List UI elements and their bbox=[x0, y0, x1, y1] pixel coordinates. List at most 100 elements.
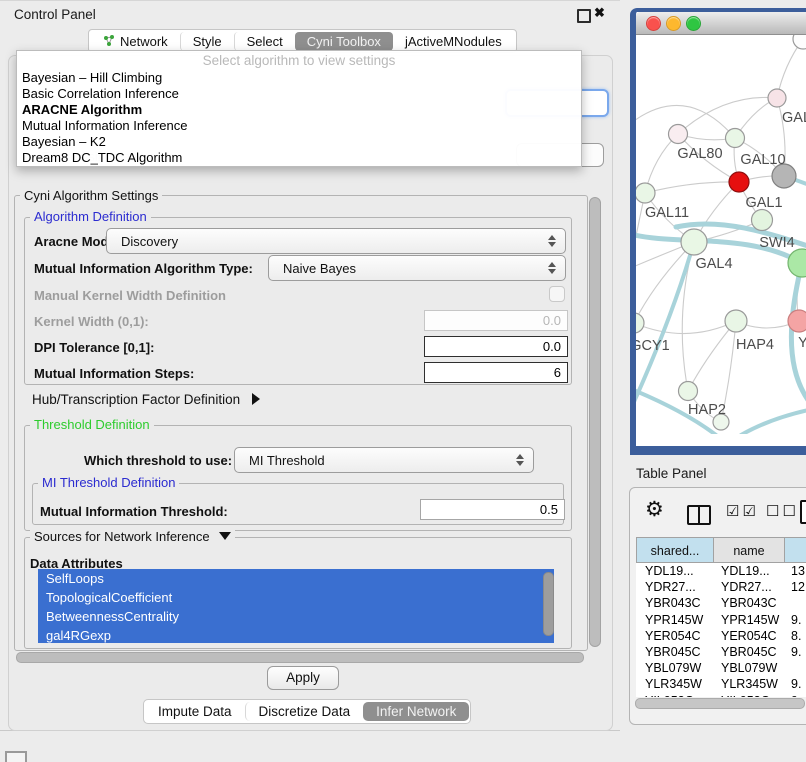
which-threshold-select[interactable]: MI Threshold bbox=[234, 447, 534, 473]
table-row[interactable]: YIL052CYIL052C9 bbox=[636, 693, 806, 698]
table-cell: 9. bbox=[782, 676, 806, 692]
settings-hscrollbar[interactable] bbox=[16, 652, 584, 663]
which-threshold-label: Which threshold to use: bbox=[84, 453, 232, 468]
table-row[interactable]: YLR345WYLR345W9. bbox=[636, 676, 806, 692]
manual-kernel-width-checkbox[interactable] bbox=[549, 286, 565, 302]
float-panel-icon[interactable] bbox=[577, 9, 591, 23]
columns-icon[interactable] bbox=[687, 505, 711, 525]
tab-infer-network[interactable]: Infer Network bbox=[363, 702, 469, 721]
algorithm-option[interactable]: Bayesian – Hill Climbing bbox=[17, 70, 581, 86]
table-row[interactable]: YBR043CYBR043C bbox=[636, 595, 806, 611]
node-hap2-label: HAP2 bbox=[688, 402, 726, 418]
algorithm-definition-title: Algorithm Definition bbox=[30, 210, 151, 224]
attribute-item[interactable]: BetweennessCentrality bbox=[38, 607, 554, 626]
table-cell: YPR145W bbox=[636, 612, 712, 628]
aracne-mode-value: Discovery bbox=[107, 234, 544, 249]
tab-label: Style bbox=[193, 34, 222, 49]
mi-algorithm-type-select[interactable]: Naive Bayes bbox=[268, 255, 566, 281]
algorithm-dropdown-popup: Select algorithm to view settings Bayesi… bbox=[16, 50, 582, 167]
attribute-item[interactable]: TopologicalCoefficient bbox=[38, 588, 554, 607]
mi-steps-label: Mutual Information Steps: bbox=[34, 366, 194, 381]
node-hap4-label: HAP4 bbox=[736, 337, 774, 353]
node-gal80-label: GAL80 bbox=[677, 146, 722, 162]
column-header[interactable]: name bbox=[714, 537, 785, 563]
kernel-width-field[interactable] bbox=[424, 310, 568, 331]
node-gal4-label: GAL4 bbox=[695, 256, 732, 272]
tab-network[interactable]: Network bbox=[91, 32, 180, 51]
settings-scrollbar[interactable] bbox=[588, 189, 600, 653]
tab-impute-data[interactable]: Impute Data bbox=[145, 702, 245, 721]
table-panel: ⚙ ☑☑ ☐☐ shared...name YDL19...YDL19...13… bbox=[629, 487, 806, 725]
attribute-item[interactable]: SelfLoops bbox=[38, 569, 554, 588]
algorithm-option[interactable]: Bayesian – K2 bbox=[17, 134, 581, 150]
tab-cyni-toolbox[interactable]: Cyni Toolbox bbox=[295, 32, 393, 51]
column-header[interactable] bbox=[785, 537, 806, 563]
table-row[interactable]: YBL079WYBL079W bbox=[636, 660, 806, 676]
tab-label: Select bbox=[247, 34, 283, 49]
minimize-window-icon[interactable] bbox=[666, 16, 681, 31]
table-cell: YBR045C bbox=[712, 644, 782, 660]
table-cell: YBR043C bbox=[712, 595, 782, 611]
table-row[interactable]: YBR045CYBR045C9. bbox=[636, 644, 806, 660]
zoom-window-icon[interactable] bbox=[686, 16, 701, 31]
mi-algorithm-type-label: Mutual Information Algorithm Type: bbox=[34, 261, 253, 276]
algorithm-option[interactable]: Basic Correlation Inference bbox=[17, 86, 581, 102]
hub-definition-label: Hub/Transcription Factor Definition bbox=[32, 392, 240, 407]
algorithm-option[interactable]: ARACNE Algorithm bbox=[17, 102, 581, 118]
node-gal1-green bbox=[752, 210, 773, 231]
tab-discretize-data[interactable]: Discretize Data bbox=[245, 702, 364, 721]
table-cell: YDR27... bbox=[712, 579, 782, 595]
hub-definition-toggle[interactable]: Hub/Transcription Factor Definition bbox=[32, 392, 260, 407]
column-header[interactable]: shared... bbox=[636, 537, 714, 563]
network-icon bbox=[103, 35, 115, 47]
node-salmon bbox=[788, 310, 806, 332]
network-edge bbox=[645, 182, 739, 193]
tab-label: jActiveMNodules bbox=[405, 34, 502, 49]
algorithm-option[interactable]: Dream8 DC_TDC Algorithm bbox=[17, 150, 581, 166]
network-edge bbox=[636, 321, 736, 334]
apply-button[interactable]: Apply bbox=[267, 666, 339, 690]
mi-steps-field[interactable] bbox=[424, 362, 568, 383]
node-gal80 bbox=[669, 125, 688, 144]
table-cell bbox=[782, 595, 806, 611]
node-gal10 bbox=[726, 129, 745, 148]
cyni-algorithm-settings: Cyni Algorithm Settings Algorithm Defini… bbox=[14, 187, 586, 649]
node-swi4 bbox=[788, 249, 806, 277]
close-window-icon[interactable] bbox=[646, 16, 661, 31]
network-canvas[interactable]: GAL8GAL80GAL10GAL1GAL11GAL4SWI4GCY1HAP4Y… bbox=[636, 35, 806, 434]
select-all-checkboxes-icon[interactable]: ☑☑ bbox=[726, 502, 759, 520]
tab-select[interactable]: Select bbox=[234, 32, 295, 51]
collapsed-panel-icon[interactable] bbox=[5, 751, 27, 762]
algorithm-dropdown-list: Bayesian – Hill ClimbingBasic Correlatio… bbox=[17, 70, 581, 166]
bottom-tab-bar: Impute DataDiscretize DataInfer Network bbox=[143, 699, 471, 724]
node-gal11 bbox=[636, 183, 655, 203]
table-panel-title: Table Panel bbox=[636, 466, 707, 481]
close-icon[interactable]: ✖ bbox=[594, 5, 605, 21]
node-top-partial bbox=[793, 35, 806, 49]
table-cell: YPR145W bbox=[712, 612, 782, 628]
list-scrollbar[interactable] bbox=[543, 572, 554, 636]
tab-label: Network bbox=[120, 34, 168, 49]
table-hscrollbar[interactable] bbox=[635, 698, 805, 709]
table-row[interactable]: YDL19...YDL19...13 bbox=[636, 563, 806, 579]
control-panel: Control Panel ✖ NetworkStyleSelectCyni T… bbox=[0, 0, 620, 731]
mi-threshold-field[interactable] bbox=[420, 499, 565, 520]
deselect-all-checkboxes-icon[interactable]: ☐☐ bbox=[766, 502, 799, 520]
aracne-mode-select[interactable]: Discovery bbox=[106, 228, 566, 254]
new-table-icon[interactable] bbox=[800, 500, 806, 524]
table-row[interactable]: YDR27...YDR27...12 bbox=[636, 579, 806, 595]
attribute-item[interactable]: gal4RGexp bbox=[38, 626, 554, 643]
table-row[interactable]: YPR145WYPR145W9. bbox=[636, 612, 806, 628]
node-gal11-label: GAL11 bbox=[645, 205, 689, 221]
tab-style[interactable]: Style bbox=[180, 32, 234, 51]
table-row[interactable]: YER054CYER054C8. bbox=[636, 628, 806, 644]
dpi-tolerance-field[interactable] bbox=[424, 336, 568, 357]
sources-group-title[interactable]: Sources for Network Inference bbox=[30, 530, 235, 544]
gear-icon[interactable]: ⚙ bbox=[645, 497, 664, 522]
tab-jactivemnodules[interactable]: jActiveMNodules bbox=[393, 32, 514, 51]
kernel-width-label: Kernel Width (0,1): bbox=[34, 314, 149, 329]
network-window-titlebar[interactable] bbox=[636, 12, 806, 35]
table-cell: YLR345W bbox=[712, 676, 782, 692]
table-cell bbox=[782, 660, 806, 676]
algorithm-option[interactable]: Mutual Information Inference bbox=[17, 118, 581, 134]
